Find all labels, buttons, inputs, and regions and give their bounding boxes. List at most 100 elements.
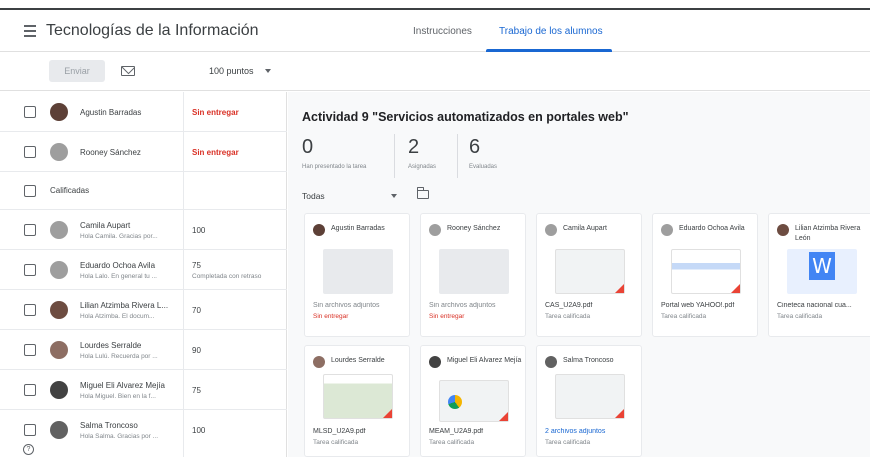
- avatar: [429, 356, 441, 368]
- attachments-link[interactable]: 2 archivos adjuntos: [545, 428, 637, 435]
- avatar: [50, 221, 68, 239]
- chevron-down-icon[interactable]: [391, 194, 397, 198]
- filter-select[interactable]: Todas: [302, 191, 325, 201]
- student-name: Eduardo Ochoa Avila: [80, 261, 156, 270]
- submission-card[interactable]: Agustin Barradas Sin archivos adjuntos S…: [304, 213, 410, 337]
- pdf-icon: [499, 412, 508, 421]
- card-status: Tarea calificada: [429, 439, 475, 446]
- student-row[interactable]: Agustin Barradas Sin entregar: [0, 92, 287, 132]
- grade-value[interactable]: 90: [192, 346, 201, 355]
- grade-value[interactable]: 75: [192, 386, 201, 395]
- private-comment: Hola Miguel. Bien en la f...: [80, 393, 156, 400]
- grade-value[interactable]: 100: [192, 226, 205, 235]
- avatar: [545, 356, 557, 368]
- section-label: Calificadas: [50, 186, 90, 195]
- card-student-name: Agustin Barradas: [331, 225, 385, 232]
- row-checkbox[interactable]: [24, 384, 36, 396]
- submission-card[interactable]: Eduardo Ochoa Avila Portal web YAHOO!.pd…: [652, 213, 758, 337]
- points-select[interactable]: 100 puntos: [209, 66, 254, 76]
- submission-status[interactable]: Sin entregar: [192, 148, 239, 157]
- row-checkbox[interactable]: [24, 424, 36, 436]
- help-icon[interactable]: ?: [23, 444, 34, 455]
- doc-thumbnail[interactable]: W: [787, 249, 857, 294]
- grade-value[interactable]: 75: [192, 261, 201, 270]
- submission-card[interactable]: Lilian Atzimba Rivera León W Cineteca na…: [768, 213, 870, 337]
- student-row[interactable]: Lilian Atzimba Rivera L... Hola Atzimba.…: [0, 290, 287, 330]
- card-student-name: Lourdes Serralde: [331, 357, 385, 364]
- card-student-name: Miguel Eli Alvarez Mejía: [447, 357, 522, 364]
- card-student-name: Salma Troncoso: [563, 357, 614, 364]
- stat-graded-count[interactable]: 6: [469, 136, 480, 159]
- avatar: [313, 356, 325, 368]
- avatar: [50, 301, 68, 319]
- row-checkbox[interactable]: [24, 224, 36, 236]
- row-checkbox[interactable]: [24, 304, 36, 316]
- tab-student-work[interactable]: Trabajo de los alumnos: [499, 26, 603, 37]
- pie-thumbnail-graphic: [448, 395, 462, 409]
- card-student-name: Lilian Atzimba Rivera León: [795, 225, 861, 242]
- avatar: [50, 261, 68, 279]
- app-header: Tecnologías de la Información Instruccio…: [0, 10, 870, 52]
- avatar: [50, 421, 68, 439]
- private-comment: Hola Camila. Gracias por...: [80, 233, 158, 240]
- submission-card[interactable]: Salma Troncoso 2 archivos adjuntos Tarea…: [536, 345, 642, 457]
- attachment-filename[interactable]: MLSD_U2A9.pdf: [313, 428, 405, 435]
- card-status: Sin entregar: [313, 313, 349, 320]
- attachment-filename[interactable]: Cineteca nacional cua...: [777, 302, 869, 309]
- pdf-icon: [731, 284, 740, 293]
- row-checkbox[interactable]: [24, 146, 36, 158]
- submission-card[interactable]: Camila Aupart CAS_U2A9.pdf Tarea calific…: [536, 213, 642, 337]
- card-status: Sin entregar: [429, 313, 465, 320]
- attachment-filename[interactable]: CAS_U2A9.pdf: [545, 302, 637, 309]
- pdf-icon: [615, 409, 624, 418]
- row-checkbox[interactable]: [24, 264, 36, 276]
- card-status: Tarea calificada: [661, 313, 707, 320]
- card-student-name: Camila Aupart: [563, 225, 607, 232]
- attachment-filename[interactable]: Portal web YAHOO!.pdf: [661, 302, 753, 309]
- grade-value[interactable]: 70: [192, 306, 201, 315]
- word-doc-icon: W: [809, 252, 835, 280]
- student-name: Agustin Barradas: [80, 108, 142, 117]
- attachment-filename[interactable]: MEAM_U2A9.pdf: [429, 428, 521, 435]
- student-row[interactable]: Salma Troncoso Hola Salma. Gracias por .…: [0, 410, 287, 457]
- stat-turned-in-count[interactable]: 0: [302, 136, 313, 159]
- pdf-thumbnail[interactable]: [555, 249, 625, 294]
- student-row[interactable]: Rooney Sánchez Sin entregar: [0, 132, 287, 172]
- pdf-thumbnail[interactable]: [439, 380, 509, 422]
- private-comment: Hola Salma. Gracias por ...: [80, 433, 159, 440]
- private-comment: Hola Lulú. Recuerda por ...: [80, 353, 158, 360]
- stat-assigned-count[interactable]: 2: [408, 136, 419, 159]
- row-checkbox[interactable]: [24, 106, 36, 118]
- chevron-down-icon[interactable]: [265, 69, 271, 73]
- section-header-graded: Calificadas: [0, 172, 287, 210]
- student-row[interactable]: Lourdes Serralde Hola Lulú. Recuerda por…: [0, 330, 287, 370]
- student-row[interactable]: Camila Aupart Hola Camila. Gracias por..…: [0, 210, 287, 250]
- pdf-thumbnail[interactable]: [555, 374, 625, 419]
- student-row[interactable]: Miguel Eli Alvarez Mejía Hola Miguel. Bi…: [0, 370, 287, 410]
- pdf-thumbnail[interactable]: [671, 249, 741, 294]
- row-checkbox[interactable]: [24, 344, 36, 356]
- tab-instructions[interactable]: Instrucciones: [413, 26, 472, 37]
- card-status: Tarea calificada: [777, 313, 823, 320]
- toolbar: Enviar 100 puntos: [0, 53, 870, 91]
- avatar: [50, 341, 68, 359]
- section-checkbox[interactable]: [24, 185, 36, 197]
- class-title: Tecnologías de la Información: [46, 22, 259, 39]
- folder-icon[interactable]: [416, 187, 429, 199]
- grade-value[interactable]: 100: [192, 426, 205, 435]
- send-button[interactable]: Enviar: [49, 60, 105, 82]
- submission-card[interactable]: Miguel Eli Alvarez Mejía MEAM_U2A9.pdf T…: [420, 345, 526, 457]
- menu-icon[interactable]: [21, 22, 39, 40]
- avatar: [661, 224, 673, 236]
- avatar: [777, 224, 789, 236]
- submission-card[interactable]: Rooney Sánchez Sin archivos adjuntos Sin…: [420, 213, 526, 337]
- card-status: Tarea calificada: [545, 313, 591, 320]
- submission-card[interactable]: Lourdes Serralde MLSD_U2A9.pdf Tarea cal…: [304, 345, 410, 457]
- email-icon[interactable]: [121, 66, 135, 76]
- student-row[interactable]: Eduardo Ochoa Avila Hola Lalo. En genera…: [0, 250, 287, 290]
- submission-status[interactable]: Sin entregar: [192, 108, 239, 117]
- active-tab-indicator: [486, 49, 612, 52]
- pdf-thumbnail[interactable]: [323, 374, 393, 419]
- card-student-name: Rooney Sánchez: [447, 225, 501, 232]
- attachment-label: Sin archivos adjuntos: [429, 302, 496, 309]
